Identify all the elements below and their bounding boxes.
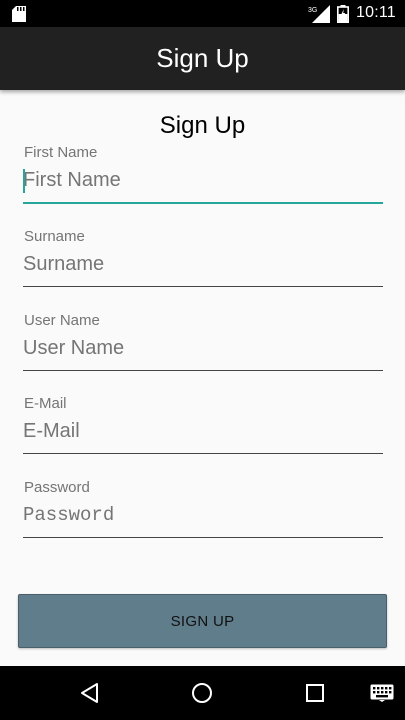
app-bar: Sign Up <box>0 27 405 90</box>
password-underline <box>23 537 383 538</box>
email-underline <box>23 453 383 454</box>
back-icon[interactable] <box>78 681 102 705</box>
navigation-bar <box>0 666 405 720</box>
password-input[interactable] <box>23 497 383 533</box>
password-field[interactable]: Password <box>23 479 383 549</box>
first-name-input[interactable] <box>23 162 383 198</box>
app-bar-title: Sign Up <box>156 43 249 73</box>
first-name-underline <box>23 202 383 204</box>
recents-icon[interactable] <box>303 681 327 705</box>
username-field[interactable]: User Name <box>23 312 383 382</box>
text-cursor <box>23 169 25 193</box>
svg-text:3G: 3G <box>308 7 317 14</box>
sign-up-button[interactable]: SIGN UP <box>18 594 387 648</box>
email-input[interactable] <box>23 413 383 449</box>
username-underline <box>23 370 383 371</box>
surname-label: Surname <box>24 228 85 245</box>
surname-underline <box>23 286 383 287</box>
first-name-label: First Name <box>24 144 98 161</box>
status-time: 10:11 <box>356 4 396 21</box>
email-label: E-Mail <box>24 395 67 412</box>
form-heading: Sign Up <box>159 112 246 139</box>
keyboard-icon[interactable] <box>370 684 394 702</box>
status-bar: 3G 10:11 <box>0 0 405 27</box>
password-label: Password <box>24 479 90 496</box>
first-name-field[interactable]: First Name <box>23 144 383 214</box>
surname-input[interactable] <box>23 246 383 282</box>
signal-3g-icon: 3G <box>308 5 330 23</box>
sd-card-icon <box>12 6 26 22</box>
home-icon[interactable] <box>190 681 214 705</box>
email-field[interactable]: E-Mail <box>23 395 383 465</box>
battery-icon <box>337 5 349 23</box>
username-input[interactable] <box>23 330 383 366</box>
surname-field[interactable]: Surname <box>23 228 383 298</box>
username-label: User Name <box>24 312 100 329</box>
